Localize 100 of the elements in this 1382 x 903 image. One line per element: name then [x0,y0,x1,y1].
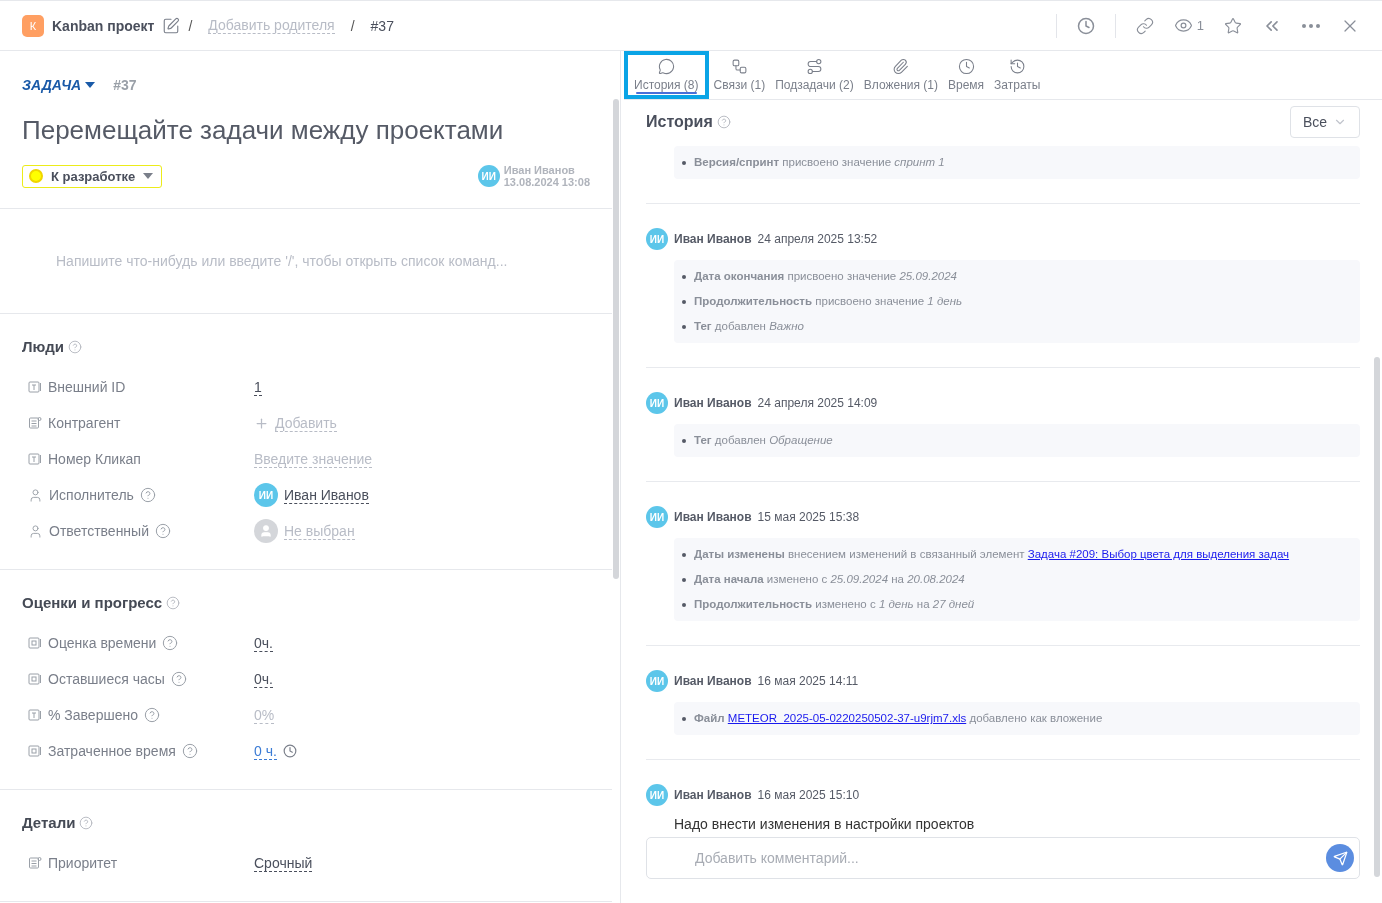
tab[interactable]: Связи (1) [708,51,771,99]
clock-icon[interactable] [282,744,297,758]
user-avatar: ИИ [646,506,668,528]
scrollbar-thumb[interactable] [1374,357,1380,877]
breadcrumb-separator: / [350,17,355,34]
more-button[interactable] [1302,23,1320,28]
help-icon[interactable] [155,523,171,539]
project-logo: К [22,14,44,37]
user-avatar: ИИ [646,228,668,250]
history-title: История [646,113,713,131]
clock-icon [957,58,975,75]
author-name: Иван Иванов [674,396,752,410]
star-icon [1224,16,1242,35]
person-icon [28,523,43,539]
breadcrumb-separator: / [188,17,193,34]
user-avatar: ИИ [646,784,668,806]
paperclip-icon [892,58,910,75]
field-value[interactable]: 0ч. [254,670,273,688]
field-label: Ответственный [49,523,149,539]
section-title: Оценки и прогресс [22,594,163,611]
change-item: Дата окончания присвоено значение 25.09.2024 [680,264,960,289]
number-field-icon [28,672,42,686]
field-label: Контрагент [48,415,121,431]
help-icon[interactable] [162,635,179,651]
author-name: Иван Иванов [674,674,752,688]
help-icon[interactable] [716,115,731,129]
field-label: Затраченное время [48,743,176,759]
clock-arrow-icon [1008,58,1026,75]
list-field-icon [28,416,42,430]
field-label: Внешний ID [48,379,126,395]
filter-dropdown[interactable]: Все [1289,106,1360,138]
clock-button[interactable] [1076,16,1095,35]
tab[interactable]: Подзадачи (2) [770,51,859,99]
text-field-icon [28,380,42,394]
change-item: Тег добавлен Важно [680,314,807,339]
send-icon [1332,850,1348,866]
help-icon[interactable] [67,339,82,354]
watchers-button[interactable]: 1 [1173,16,1204,35]
change-item: Файл METEOR_2025-05-0220250502-37-u9rjm7.xls добавлено как вложение [680,706,1106,731]
link[interactable]: Задача #209: Выбор цвета для выделения задач [1027,548,1290,560]
entry-date: 15 мая 2025 15:38 [757,510,860,524]
user-avatar: ИИ [254,483,278,507]
entry-date: 16 мая 2025 14:11 [757,674,859,688]
entry-date: 24 апреля 2025 14:09 [757,396,878,410]
field-value[interactable]: Срочный [254,854,313,872]
tab[interactable]: Вложения (1) [858,51,943,99]
field-label: % Завершено [48,707,138,723]
task-title[interactable]: Перемещайте задачи между проектами [22,115,590,146]
change-item: Тег добавлен Обращение [680,428,836,453]
status-dropdown[interactable]: К разработке [22,164,163,188]
link-button[interactable] [1135,16,1154,35]
creator-name: Иван Иванов [503,164,576,176]
more-icon [1302,23,1320,28]
help-icon[interactable] [143,707,160,723]
link[interactable]: METEOR_2025-05-0220250502-37-u9rjm7.xls [727,712,967,724]
text-field-icon [28,708,42,722]
comment-input[interactable]: Добавить комментарий... [646,837,1360,879]
plus-icon [254,415,269,431]
author-name: Иван Иванов [674,232,752,246]
author-name: Иван Иванов [674,788,752,802]
linked-blocks-icon [730,58,748,75]
star-button[interactable] [1224,16,1242,35]
task-type-dropdown[interactable]: ЗАДАЧА [22,77,96,93]
field-value[interactable]: Иван Иванов [284,486,369,504]
tab[interactable]: Время [942,51,990,99]
help-icon[interactable] [166,595,181,610]
help-icon[interactable] [139,487,156,503]
scrollbar-thumb[interactable] [613,99,619,579]
section-title: Детали [22,814,76,831]
change-item: Продолжительность присвоено значение 1 день [680,289,966,314]
change-item: Продолжительность изменено с 1 день на 27 дней [680,592,978,617]
field-value[interactable]: 1 [254,378,262,396]
field-value[interactable]: 0 ч. [254,742,277,760]
task-number: #37 [113,77,137,93]
field-label: Оценка времени [48,635,157,651]
text-field-icon [28,452,42,466]
change-item: Дата начала изменено с 25.09.2024 на 20.08.2024 [680,567,968,592]
tab[interactable]: Затраты [989,51,1046,99]
author-name: Иван Иванов [674,510,752,524]
tab[interactable]: История (8) [624,51,709,99]
branch-path-icon [805,58,823,75]
help-icon[interactable] [181,743,198,759]
help-icon[interactable] [79,815,94,830]
eye-icon [1173,16,1193,35]
section-title: Люди [22,338,64,355]
created-date: 13.08.2024 13:08 [503,176,590,188]
field-label: Исполнитель [49,487,134,503]
comment-text: Надо внести изменения в настройки проектов [674,816,976,832]
user-avatar: ИИ [646,392,668,414]
change-item: Даты изменены внесением изменений в связанный элемент Задача #209: Выбор цвета для выделения задач [680,542,1293,567]
task-number: #37 [370,17,394,34]
field-label: Приоритет [48,855,118,871]
entry-date: 16 мая 2025 15:10 [757,788,860,802]
list-field-icon [28,856,42,870]
field-value[interactable]: 0ч. [254,634,273,652]
entry-date: 24 апреля 2025 13:52 [757,232,878,246]
person-icon [28,487,43,503]
edit-icon[interactable] [162,16,181,35]
user-avatar: ИИ [646,670,668,692]
help-icon[interactable] [170,671,187,687]
